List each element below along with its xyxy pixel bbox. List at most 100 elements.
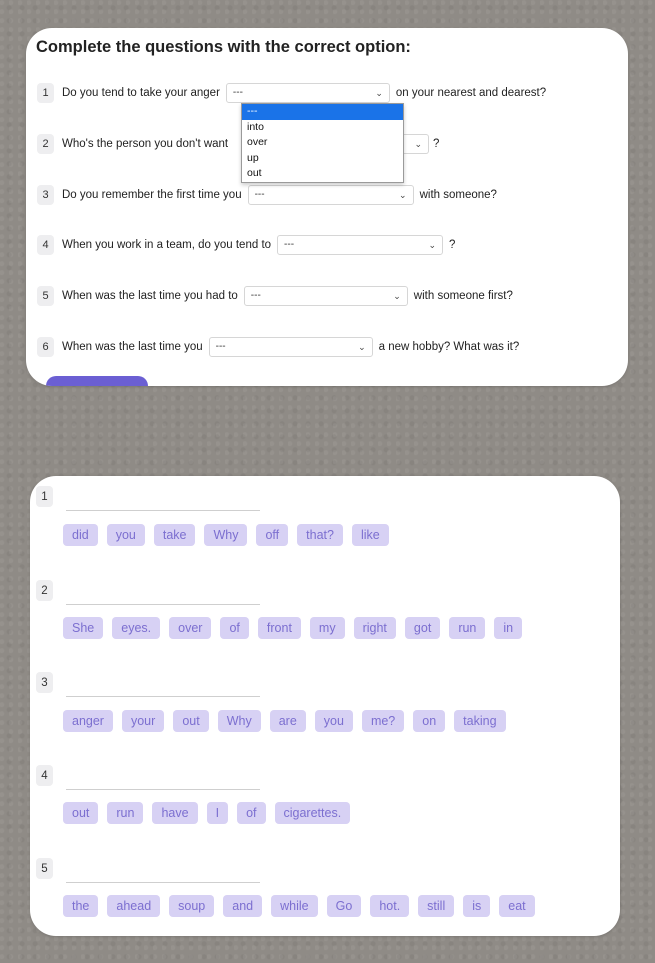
- word-chip[interactable]: off: [256, 524, 289, 546]
- select-dropdown-list: --- into over up out: [241, 103, 404, 183]
- word-chip[interactable]: still: [418, 895, 455, 917]
- word-chip[interactable]: while: [271, 895, 318, 917]
- word-chip[interactable]: right: [353, 617, 396, 639]
- row-number: 5: [36, 858, 53, 879]
- chevron-down-icon: ⌄: [414, 139, 422, 149]
- word-chip[interactable]: of: [220, 617, 249, 639]
- word-chip[interactable]: front: [257, 617, 301, 639]
- answer-line[interactable]: [66, 696, 260, 697]
- word-chip[interactable]: anger: [63, 710, 113, 732]
- word-chip[interactable]: run: [107, 802, 144, 824]
- word-chip[interactable]: out: [173, 710, 209, 732]
- question-number: 6: [37, 337, 54, 357]
- word-chip[interactable]: Why: [204, 524, 248, 546]
- question-text-after: a new hobby? What was it?: [378, 341, 520, 353]
- question-text-after: ?: [433, 133, 439, 155]
- word-chip[interactable]: Why: [217, 710, 261, 732]
- exercise-card-word-order: 1 did you take Why off that? like 2 She …: [30, 476, 620, 936]
- question-text-before: Do you remember the first time you: [62, 189, 242, 201]
- word-bank: the ahead soup and while Go hot. still i…: [63, 895, 535, 917]
- question-number: 3: [37, 185, 54, 205]
- check-button[interactable]: [46, 376, 148, 386]
- question-row: 1 Do you tend to take your anger --- ⌄ o…: [37, 82, 546, 104]
- question-row: 5 When was the last time you had to --- …: [37, 285, 513, 307]
- answer-line[interactable]: [66, 510, 260, 511]
- word-chip[interactable]: have: [152, 802, 198, 824]
- word-chip[interactable]: eat: [499, 895, 535, 917]
- dropdown-option[interactable]: up: [242, 151, 403, 167]
- question-text-before: When was the last time you: [62, 341, 203, 353]
- word-chip[interactable]: soup: [169, 895, 215, 917]
- select-value: ---: [215, 341, 226, 352]
- chevron-down-icon: ⌄: [358, 342, 366, 352]
- select-value: ---: [254, 189, 265, 200]
- answer-select[interactable]: --- ⌄: [208, 337, 373, 357]
- dropdown-option[interactable]: ---: [242, 104, 403, 120]
- word-chip[interactable]: hot.: [370, 895, 410, 917]
- answer-line[interactable]: [66, 882, 260, 883]
- answer-select[interactable]: --- ⌄: [277, 235, 444, 255]
- word-chip[interactable]: out: [63, 802, 99, 824]
- word-bank: anger your out Why are you me? on taking: [63, 710, 506, 732]
- word-chip[interactable]: the: [63, 895, 99, 917]
- word-chip[interactable]: of: [237, 802, 266, 824]
- question-number: 1: [37, 83, 54, 103]
- row-number: 1: [36, 486, 53, 507]
- word-chip[interactable]: you: [106, 524, 145, 546]
- word-chip[interactable]: me?: [361, 710, 405, 732]
- question-text-after-label: ?: [433, 138, 440, 150]
- answer-select[interactable]: --- ⌄: [247, 185, 414, 205]
- word-chip[interactable]: Go: [326, 895, 362, 917]
- exercise-title: Complete the questions with the correct …: [36, 38, 411, 56]
- question-row: 2 Who's the person you don't want: [37, 133, 228, 155]
- question-text-before: Who's the person you don't want: [62, 138, 229, 150]
- question-number: 5: [37, 286, 54, 306]
- word-chip[interactable]: on: [413, 710, 446, 732]
- row-number: 2: [36, 580, 53, 601]
- word-chip[interactable]: taking: [454, 710, 506, 732]
- word-chip[interactable]: did: [63, 524, 98, 546]
- answer-select[interactable]: --- ⌄: [243, 286, 408, 306]
- word-chip[interactable]: She: [63, 617, 104, 639]
- word-chip[interactable]: that?: [297, 524, 343, 546]
- word-chip[interactable]: you: [314, 710, 353, 732]
- word-chip[interactable]: got: [404, 617, 441, 639]
- answer-select[interactable]: --- ⌄: [225, 83, 390, 103]
- question-text-after: with someone first?: [413, 290, 513, 302]
- dropdown-option[interactable]: out: [242, 166, 403, 182]
- question-text-after: with someone?: [419, 189, 497, 201]
- word-chip[interactable]: run: [449, 617, 486, 639]
- word-chip[interactable]: and: [223, 895, 263, 917]
- dropdown-option[interactable]: over: [242, 135, 403, 151]
- question-number: 4: [37, 235, 54, 255]
- answer-line[interactable]: [66, 604, 260, 605]
- word-bank: She eyes. over of front my right got run…: [63, 617, 523, 639]
- word-chip[interactable]: eyes.: [112, 617, 161, 639]
- question-row: 3 Do you remember the first time you ---…: [37, 184, 497, 206]
- question-text-after: on your nearest and dearest?: [395, 87, 547, 99]
- question-row: 4 When you work in a team, do you tend t…: [37, 234, 455, 256]
- word-chip[interactable]: ahead: [107, 895, 161, 917]
- word-chip[interactable]: in: [494, 617, 523, 639]
- select-value: ---: [250, 290, 261, 301]
- word-chip[interactable]: I: [206, 802, 229, 824]
- exercise-card-select: Complete the questions with the correct …: [26, 28, 628, 386]
- word-chip[interactable]: cigarettes.: [274, 802, 351, 824]
- select-value: ---: [232, 87, 243, 98]
- word-chip[interactable]: like: [351, 524, 389, 546]
- question-text-after: ?: [449, 239, 456, 251]
- word-chip[interactable]: are: [269, 710, 306, 732]
- select-value: ---: [284, 239, 295, 250]
- question-number: 2: [37, 134, 54, 154]
- dropdown-option[interactable]: into: [242, 120, 403, 136]
- word-chip[interactable]: over: [169, 617, 212, 639]
- word-chip[interactable]: your: [121, 710, 165, 732]
- row-number: 4: [36, 765, 53, 786]
- answer-select[interactable]: ⌄: [402, 134, 429, 154]
- word-bank: did you take Why off that? like: [63, 524, 389, 546]
- word-chip[interactable]: is: [463, 895, 491, 917]
- word-chip[interactable]: take: [153, 524, 196, 546]
- word-chip[interactable]: my: [309, 617, 345, 639]
- answer-line[interactable]: [66, 789, 260, 790]
- row-number: 3: [36, 672, 53, 693]
